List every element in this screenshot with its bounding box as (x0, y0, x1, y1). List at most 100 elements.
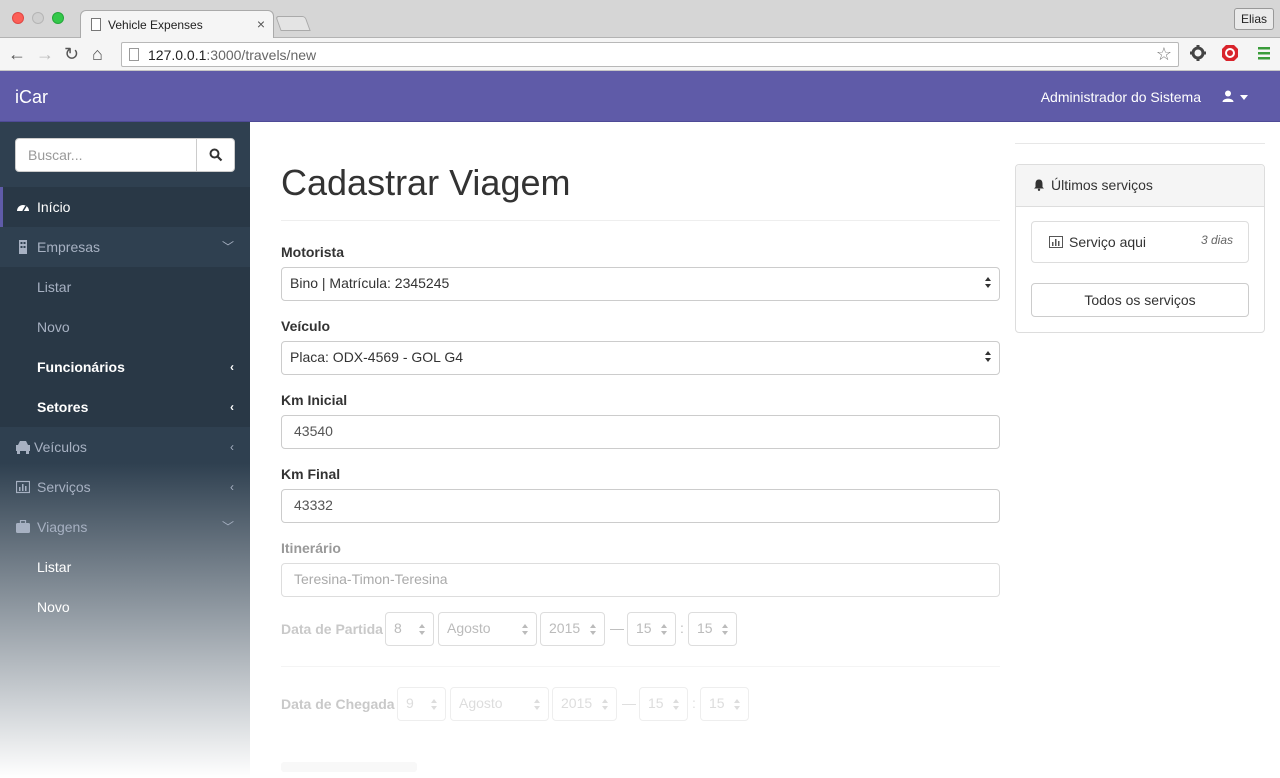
building-icon (19, 240, 27, 254)
app-navbar: iCar Administrador do Sistema (0, 71, 1280, 122)
chevron-left-icon: ‹ (230, 480, 234, 494)
sidebar-item-label: Novo (37, 599, 70, 615)
veiculo-select[interactable]: Placa: ODX-4569 - GOL G4 (281, 341, 1000, 375)
sidebar-menu: Início Empresas ﹀ Listar Novo Funcionári… (0, 187, 250, 627)
gear-icon[interactable] (1189, 44, 1207, 62)
chegada-day-select[interactable]: 9 (397, 687, 446, 721)
chegada-minute-select[interactable]: 15 (700, 687, 749, 721)
search-icon (209, 148, 223, 162)
search-input[interactable] (15, 138, 197, 172)
profile-button[interactable]: Elias (1233, 8, 1274, 30)
sidebar: Início Empresas ﹀ Listar Novo Funcionári… (0, 122, 250, 778)
chevron-left-icon: ‹ (230, 360, 234, 374)
sidebar-item-viagens-listar[interactable]: Listar (0, 547, 250, 587)
home-icon[interactable]: ⌂ (92, 44, 103, 64)
reload-icon[interactable]: ↻ (64, 44, 79, 64)
chegada-hour-value: 15 (648, 695, 664, 711)
partida-year-select[interactable]: 2015 (540, 612, 605, 646)
partida-hour-value: 15 (636, 620, 652, 636)
bar-chart-icon (16, 480, 30, 494)
km-inicial-input[interactable]: 43540 (281, 415, 1000, 449)
tab-close-icon[interactable]: × (257, 16, 265, 32)
page-icon (129, 48, 139, 61)
partida-month-select[interactable]: Agosto (438, 612, 537, 646)
partida-minute-select[interactable]: 15 (688, 612, 737, 646)
motorista-select[interactable]: Bino | Matrícula: 2345245 (281, 267, 1000, 301)
veiculo-selected-value: Placa: ODX-4569 - GOL G4 (290, 349, 463, 365)
sidebar-item-viagens[interactable]: Viagens ﹀ (0, 507, 250, 547)
time-separator: : (680, 620, 684, 636)
services-panel: Últimos serviços Serviço aqui 3 dias Tod… (1015, 164, 1265, 333)
document-icon (91, 18, 101, 31)
motorista-selected-value: Bino | Matrícula: 2345245 (290, 275, 450, 291)
sidebar-item-servicos[interactable]: Serviços ‹ (0, 467, 250, 507)
sidebar-item-empresas[interactable]: Empresas ﹀ (0, 227, 250, 267)
itinerario-label: Itinerário (281, 540, 341, 556)
adblock-icon[interactable] (1221, 44, 1239, 62)
bookmark-star-icon[interactable]: ☆ (1156, 44, 1172, 65)
user-menu-toggle[interactable] (1222, 88, 1248, 104)
chegada-minute-value: 15 (709, 695, 725, 711)
bar-chart-icon (1049, 236, 1063, 248)
address-bar[interactable]: 127.0.0.1:3000/travels/new ☆ (121, 42, 1179, 67)
bell-icon (1034, 179, 1044, 191)
service-item-label: Serviço aqui (1069, 234, 1147, 250)
chegada-hour-select[interactable]: 15 (639, 687, 688, 721)
sidebar-item-label: Serviços (37, 479, 91, 495)
sidebar-item-label: Funcionários (37, 359, 125, 375)
itinerario-input[interactable]: Teresina-Timon-Teresina (281, 563, 1000, 597)
new-tab-button[interactable] (275, 16, 311, 31)
tab-title: Vehicle Expenses (108, 18, 203, 32)
section-divider (281, 666, 1000, 667)
service-list-item[interactable]: Serviço aqui 3 dias (1031, 221, 1249, 263)
sidebar-item-inicio[interactable]: Início (0, 187, 250, 227)
partida-year-value: 2015 (549, 620, 581, 636)
data-chegada-label: Data de Chegada (281, 696, 395, 712)
url-text: 127.0.0.1:3000/travels/new (148, 47, 317, 63)
sidebar-item-label: Listar (37, 279, 72, 295)
data-partida-label: Data de Partida (281, 621, 383, 637)
minimize-window-button[interactable] (32, 12, 44, 24)
page-title: Cadastrar Viagem (281, 162, 571, 203)
maximize-window-button[interactable] (52, 12, 64, 24)
chevron-down-icon: ﹀ (221, 240, 234, 254)
chegada-year-select[interactable]: 2015 (552, 687, 617, 721)
car-icon (16, 441, 30, 454)
partida-hour-select[interactable]: 15 (627, 612, 676, 646)
veiculo-label: Veículo (281, 318, 331, 334)
menu-icon[interactable] (1255, 44, 1273, 62)
km-final-input[interactable]: 43332 (281, 489, 1000, 523)
close-window-button[interactable] (12, 12, 24, 24)
km-final-label: Km Final (281, 466, 341, 482)
sidebar-item-empresas-novo[interactable]: Novo (0, 307, 250, 347)
sidebar-item-veiculos[interactable]: Veículos ‹ (0, 427, 250, 467)
date-time-separator: — (610, 620, 624, 636)
panel-title: Últimos serviços (1051, 177, 1153, 193)
sidebar-item-viagens-novo[interactable]: Novo (0, 587, 250, 627)
chegada-month-select[interactable]: Agosto (450, 687, 549, 721)
time-separator: : (692, 695, 696, 711)
sidebar-item-label: Início (37, 199, 71, 215)
user-name[interactable]: Administrador do Sistema (1041, 89, 1201, 105)
partida-minute-value: 15 (697, 620, 713, 636)
right-panel-divider (1015, 143, 1265, 144)
browser-tab[interactable]: Vehicle Expenses × (80, 10, 274, 39)
forward-arrow-icon[interactable]: → (36, 44, 54, 64)
search-button[interactable] (196, 138, 235, 172)
service-item-time: 3 dias (1200, 233, 1233, 247)
all-services-button[interactable]: Todos os serviços (1031, 283, 1249, 317)
sidebar-item-label: Viagens (37, 519, 88, 535)
partida-day-select[interactable]: 8 (385, 612, 434, 646)
sidebar-item-empresas-listar[interactable]: Listar (0, 267, 250, 307)
panel-heading: Últimos serviços (1016, 165, 1264, 207)
back-arrow-icon[interactable]: ← (8, 44, 26, 64)
sidebar-item-setores[interactable]: Setores ‹ (0, 387, 250, 427)
browser-tabstrip: Vehicle Expenses × Elias (0, 0, 1280, 39)
faded-submit-button[interactable] (281, 762, 417, 772)
chegada-day-value: 9 (406, 695, 414, 711)
user-icon (1222, 90, 1234, 102)
brand-logo[interactable]: iCar (15, 87, 48, 108)
chevron-left-icon: ‹ (230, 400, 234, 414)
sidebar-item-funcionarios[interactable]: Funcionários ‹ (0, 347, 250, 387)
chevron-left-icon: ‹ (230, 440, 234, 454)
